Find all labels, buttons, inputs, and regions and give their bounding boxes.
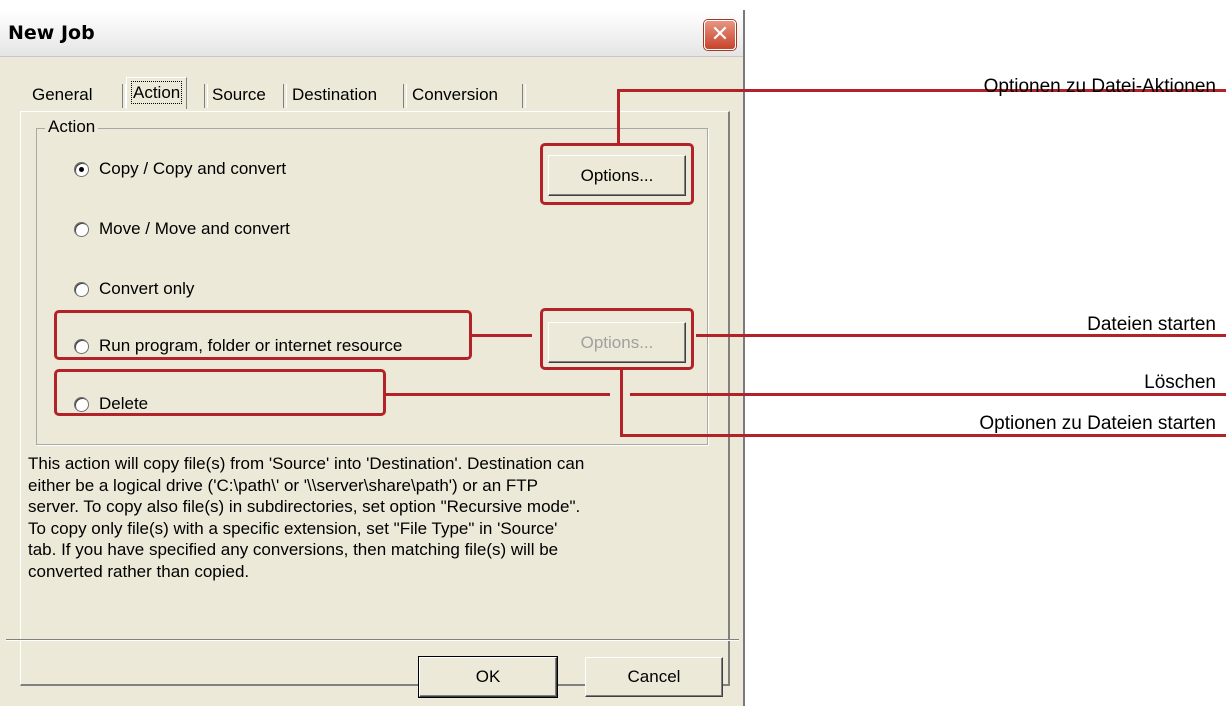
tab-source[interactable]: Source <box>206 80 272 110</box>
title-bar[interactable]: New Job ✕ <box>0 10 743 57</box>
annotation-start-files: Dateien starten <box>1087 314 1216 335</box>
radio-move[interactable]: Move / Move and convert <box>74 217 290 241</box>
highlight-copy-options <box>540 143 694 205</box>
close-icon[interactable]: ✕ <box>704 20 736 50</box>
radio-move-indicator[interactable] <box>74 221 89 237</box>
tab-action[interactable]: Action <box>126 77 188 109</box>
connector-line <box>386 393 610 396</box>
annotation-start-files-options: Optionen zu Dateien starten <box>979 413 1216 434</box>
ok-button[interactable]: OK <box>418 656 558 698</box>
tab-action-label: Action <box>130 81 183 104</box>
highlight-run-options <box>540 308 694 370</box>
tab-destination[interactable]: Destination <box>286 80 383 110</box>
action-group-label: Action <box>45 117 99 137</box>
tab-conversion[interactable]: Conversion <box>406 80 504 110</box>
footer-separator <box>6 639 739 641</box>
highlight-run-program <box>54 310 472 360</box>
radio-copy[interactable]: Copy / Copy and convert <box>74 157 286 181</box>
window-title: New Job <box>8 22 95 44</box>
annotation-delete: Löschen <box>1144 372 1216 393</box>
connector-line <box>630 393 1226 396</box>
radio-move-label: Move / Move and convert <box>99 219 290 238</box>
connector-line <box>472 334 532 337</box>
action-description: This action will copy file(s) from 'Sour… <box>28 454 585 581</box>
connector-line <box>617 89 620 145</box>
radio-copy-label: Copy / Copy and convert <box>99 159 287 178</box>
radio-convert-only-label: Convert only <box>99 279 195 298</box>
radio-convert-only-indicator[interactable] <box>74 281 89 297</box>
annotation-file-action-options: Optionen zu Datei-Aktionen <box>983 76 1216 97</box>
radio-convert-only[interactable]: Convert only <box>74 277 194 301</box>
connector-line <box>620 370 623 437</box>
highlight-delete <box>54 369 386 416</box>
tab-general[interactable]: General <box>26 80 98 110</box>
tab-separator <box>522 84 526 108</box>
cancel-button[interactable]: Cancel <box>585 657 723 697</box>
radio-copy-indicator[interactable] <box>74 161 89 177</box>
